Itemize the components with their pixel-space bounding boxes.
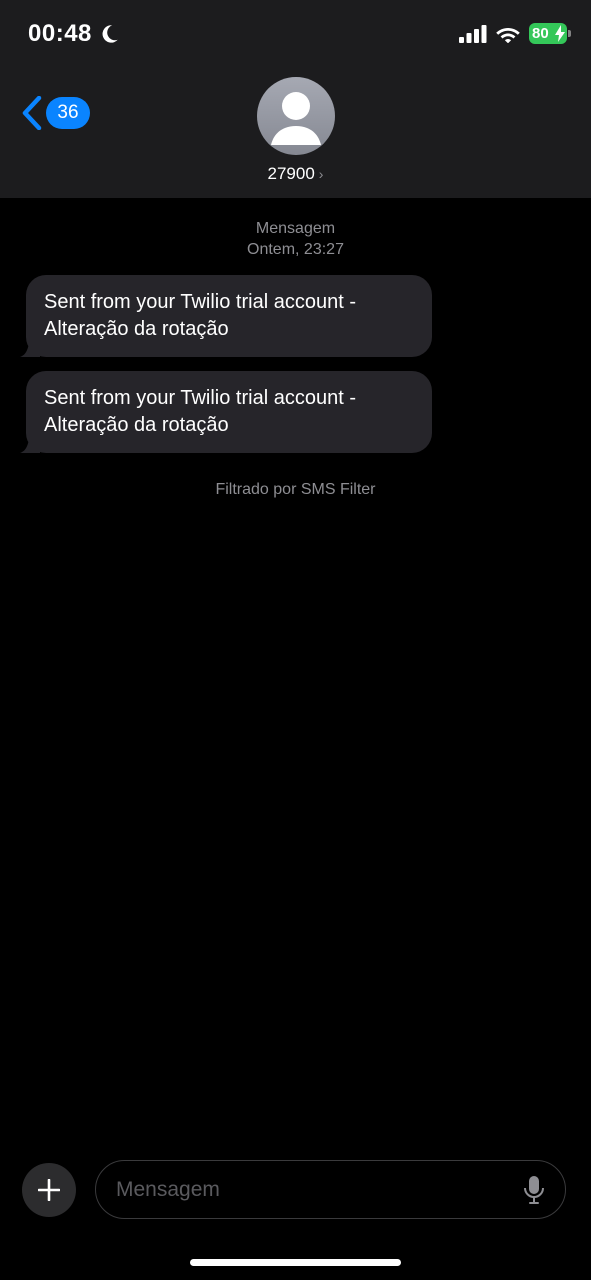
message-header-label: Mensagem (255, 220, 336, 237)
chevron-right-icon: › (318, 166, 324, 182)
bubble-tail (20, 431, 40, 453)
status-time: 00:48 (28, 20, 120, 48)
status-icons: 80 (459, 23, 571, 44)
bubble-tail (20, 335, 40, 357)
message-text: Sent from your Twilio trial account - Al… (44, 387, 356, 436)
clock: 00:48 (28, 20, 92, 47)
filter-note: Filtrado por SMS Filter (215, 481, 376, 498)
message-text: Sent from your Twilio trial account - Al… (44, 291, 356, 340)
battery-icon: 80 (529, 23, 571, 44)
add-attachment-button[interactable] (22, 1163, 76, 1217)
home-indicator[interactable] (190, 1259, 401, 1266)
battery-cap (568, 30, 571, 37)
contact-avatar[interactable] (257, 77, 335, 155)
bolt-icon (555, 25, 565, 42)
message-bubble[interactable]: Sent from your Twilio trial account - Al… (20, 275, 432, 357)
contact-name-button[interactable]: 27900 › (0, 164, 591, 184)
message-composer[interactable] (95, 1160, 566, 1219)
battery-level: 80 (532, 25, 549, 42)
back-button[interactable]: 36 (22, 96, 90, 130)
nav-header: 00:48 80 36 27900 › (0, 0, 591, 198)
moon-icon (102, 25, 118, 43)
message-bubble[interactable]: Sent from your Twilio trial account - Al… (20, 371, 432, 453)
unread-count-badge: 36 (46, 97, 90, 129)
person-icon (271, 92, 321, 145)
signal-icon (459, 24, 487, 43)
plus-icon (38, 1179, 60, 1201)
microphone-icon[interactable] (523, 1175, 545, 1205)
chevron-left-icon (22, 96, 42, 130)
wifi-icon (496, 28, 520, 43)
message-input[interactable] (116, 1177, 523, 1202)
contact-name: 27900 (267, 164, 315, 183)
message-timestamp: Ontem, 23:27 (247, 241, 344, 258)
